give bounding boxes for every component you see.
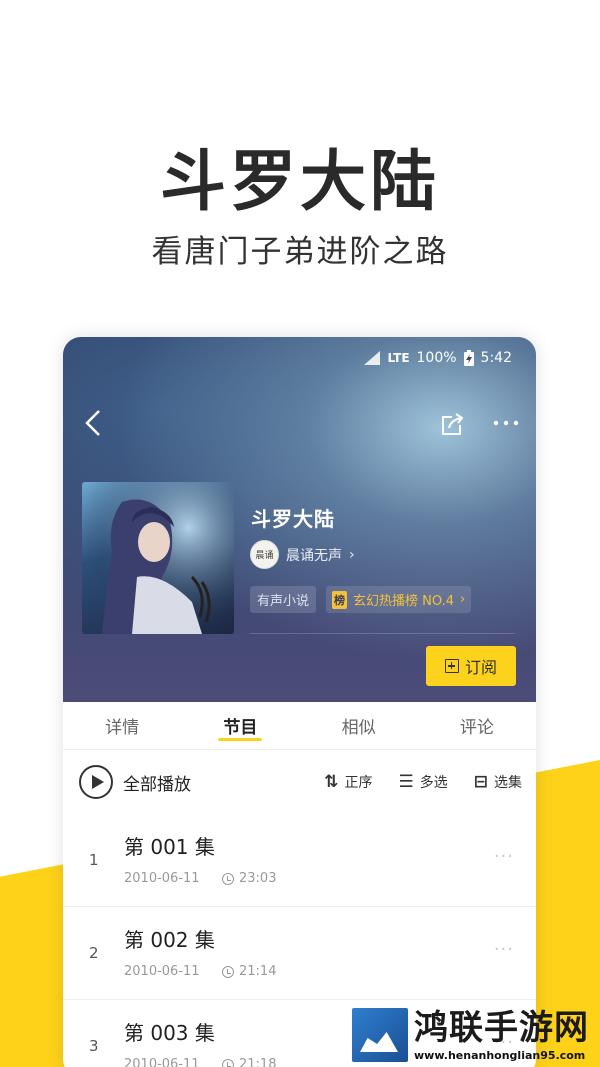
episode-title[interactable]: 第 001 集 [124, 831, 215, 860]
watermark-url: www.henanhonglian95.com [414, 1049, 586, 1062]
episode-duration: 21:18 [222, 1057, 276, 1067]
clock-icon [222, 1058, 234, 1067]
episode-duration: 21:14 [222, 964, 276, 979]
multi-select-icon: ☰ [398, 772, 414, 792]
watermark-logo-icon [352, 1008, 408, 1062]
promo-title: 斗罗大陆 [160, 143, 440, 220]
avatar[interactable]: 晨诵 [250, 540, 279, 569]
select-icon: ⊟ [473, 772, 488, 792]
promo-subtitle: 看唐门子弟进阶之路 [151, 234, 449, 270]
rank-text: 玄幻热播榜 NO.4 [353, 594, 454, 609]
battery-icon [463, 350, 474, 366]
episode-duration: 23:03 [222, 871, 276, 886]
episode-index: 2 [89, 944, 99, 962]
album-cover[interactable] [82, 482, 234, 634]
divider [250, 633, 515, 634]
more-icon[interactable]: ··· [494, 939, 514, 960]
chevron-right-icon: › [349, 546, 355, 563]
sort-label: 正序 [344, 775, 373, 791]
tags-row: 有声小说 榜 玄幻热播榜 NO.4 › [250, 586, 472, 613]
clock-icon [222, 872, 234, 885]
tab-bar: 详情 节目 相似 评论 [63, 702, 536, 750]
network-type: LTE [387, 351, 410, 365]
genre-tag[interactable]: 有声小说 [250, 586, 317, 613]
play-all-button[interactable]: 全部播放 [79, 765, 191, 799]
tab-details[interactable]: 详情 [63, 702, 181, 749]
episode-title[interactable]: 第 003 集 [124, 1017, 215, 1046]
list-item[interactable]: 2 第 002 集 2010-06-11 21:14 ··· [63, 907, 536, 1000]
episode-date: 2010-06-11 [124, 964, 200, 979]
duration-value: 21:14 [239, 964, 277, 979]
episode-toolbar: 全部播放 ⇅ 正序 ☰ 多选 ⊟ 选集 [63, 750, 536, 814]
status-bar: LTE 100% 5:42 [364, 349, 512, 367]
phone-screen: LTE 100% 5:42 斗罗大陆 晨诵 晨诵无声 › 有声小说 榜 玄幻热播… [63, 337, 536, 1067]
multi-select-button[interactable]: ☰ 多选 [399, 772, 448, 792]
play-all-label: 全部播放 [123, 774, 191, 795]
author-link[interactable]: 晨诵 晨诵无声 › [250, 540, 355, 569]
episode-index: 1 [89, 851, 99, 869]
book-title: 斗罗大陆 [251, 507, 335, 531]
watermark-text: 鸿联手游网 www.henanhonglian95.com [414, 1008, 589, 1062]
clock-time: 5:42 [480, 350, 512, 366]
episode-index: 3 [89, 1037, 99, 1055]
share-icon[interactable] [440, 411, 466, 437]
more-icon[interactable] [492, 413, 520, 433]
episode-date: 2010-06-11 [124, 871, 200, 886]
subscribe-icon [444, 659, 459, 673]
rank-badge-icon: 榜 [332, 590, 348, 609]
duration-value: 21:18 [239, 1057, 277, 1067]
subscribe-label: 订阅 [464, 658, 497, 677]
play-icon [79, 765, 113, 799]
episode-date: 2010-06-11 [124, 1057, 200, 1067]
avatar-text: 晨诵 [255, 551, 274, 561]
clock-icon [222, 965, 234, 978]
tab-similar[interactable]: 相似 [300, 702, 418, 749]
album-header: LTE 100% 5:42 斗罗大陆 晨诵 晨诵无声 › 有声小说 榜 玄幻热播… [63, 337, 536, 702]
tab-comments[interactable]: 评论 [418, 702, 536, 749]
duration-value: 23:03 [239, 871, 277, 886]
more-icon[interactable]: ··· [494, 846, 514, 867]
rank-tag[interactable]: 榜 玄幻热播榜 NO.4 › [326, 586, 472, 613]
watermark: 鸿联手游网 www.henanhonglian95.com [352, 1006, 592, 1064]
sort-button[interactable]: ⇅ 正序 [324, 772, 372, 792]
author-name[interactable]: 晨诵无声 [286, 545, 342, 565]
signal-icon [364, 351, 381, 365]
watermark-title: 鸿联手游网 [414, 1008, 589, 1048]
multi-select-label: 多选 [419, 775, 448, 791]
select-episode-label: 选集 [494, 775, 522, 791]
episode-title[interactable]: 第 002 集 [124, 924, 215, 953]
battery-percent: 100% [416, 350, 457, 366]
sort-icon: ⇅ [324, 772, 339, 792]
list-item[interactable]: 1 第 001 集 2010-06-11 23:03 ··· [63, 814, 536, 907]
chevron-right-icon: › [459, 592, 466, 607]
subscribe-button[interactable]: 订阅 [426, 646, 516, 686]
select-episode-button[interactable]: ⊟ 选集 [474, 772, 522, 792]
toolbar-actions: ⇅ 正序 ☰ 多选 ⊟ 选集 [324, 772, 522, 792]
chevron-left-icon[interactable] [81, 407, 105, 439]
tab-episodes[interactable]: 节目 [181, 702, 299, 749]
